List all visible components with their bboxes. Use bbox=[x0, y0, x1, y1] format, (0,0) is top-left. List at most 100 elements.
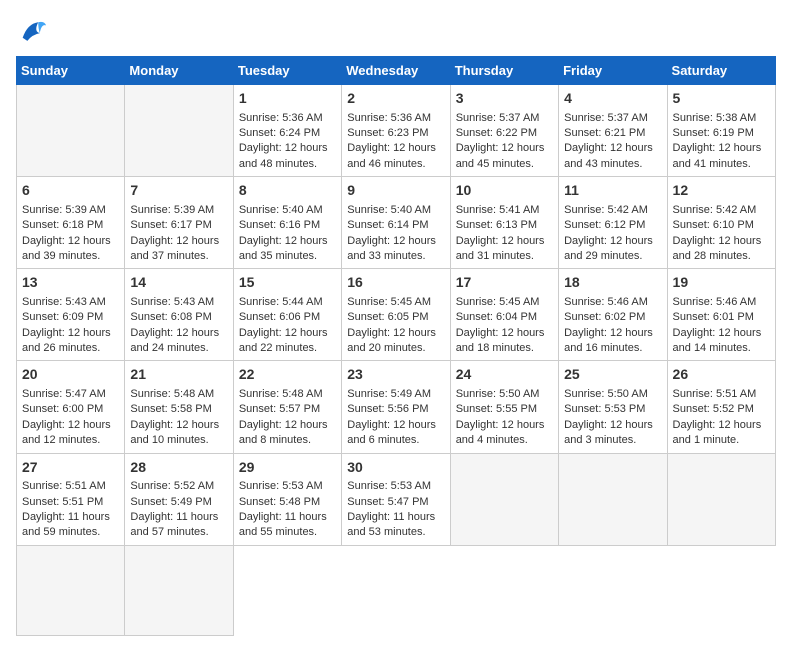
daylight-text: Daylight: 12 hours and 22 minutes. bbox=[239, 327, 328, 354]
day-cell-24: 24Sunrise: 5:50 AMSunset: 5:55 PMDayligh… bbox=[450, 361, 558, 453]
sunrise-text: Sunrise: 5:41 AM bbox=[456, 204, 540, 216]
sunset-text: Sunset: 6:16 PM bbox=[239, 219, 320, 231]
daylight-text: Daylight: 12 hours and 12 minutes. bbox=[22, 419, 111, 446]
weekday-header-saturday: Saturday bbox=[667, 57, 775, 85]
sunrise-text: Sunrise: 5:48 AM bbox=[130, 388, 214, 400]
sunset-text: Sunset: 5:49 PM bbox=[130, 496, 211, 508]
sunset-text: Sunset: 6:12 PM bbox=[564, 219, 645, 231]
daylight-text: Daylight: 12 hours and 24 minutes. bbox=[130, 327, 219, 354]
empty-cell bbox=[17, 545, 125, 635]
sunrise-text: Sunrise: 5:46 AM bbox=[673, 296, 757, 308]
day-cell-1: 1Sunrise: 5:36 AMSunset: 6:24 PMDaylight… bbox=[233, 85, 341, 177]
empty-cell bbox=[450, 453, 558, 545]
day-number: 5 bbox=[673, 89, 770, 109]
weekday-header-thursday: Thursday bbox=[450, 57, 558, 85]
sunrise-text: Sunrise: 5:44 AM bbox=[239, 296, 323, 308]
page-header bbox=[16, 16, 776, 44]
sunrise-text: Sunrise: 5:51 AM bbox=[22, 480, 106, 492]
day-cell-15: 15 Sunrise: 5:44 AM Sunset: 6:06 PM Dayligh… bbox=[233, 269, 341, 361]
sunrise-text: Sunrise: 5:47 AM bbox=[22, 388, 106, 400]
day-cell-9: 9Sunrise: 5:40 AMSunset: 6:14 PMDaylight… bbox=[342, 177, 450, 269]
sunrise-text: Sunrise: 5:38 AM bbox=[673, 112, 757, 124]
day-cell-8: 8Sunrise: 5:40 AMSunset: 6:16 PMDaylight… bbox=[233, 177, 341, 269]
sunrise-text: Sunrise: 5:36 AM bbox=[347, 112, 431, 124]
day-number: 9 bbox=[347, 181, 444, 201]
daylight-text: Daylight: 11 hours and 55 minutes. bbox=[239, 511, 327, 538]
day-cell-26: 26Sunrise: 5:51 AMSunset: 5:52 PMDayligh… bbox=[667, 361, 775, 453]
day-number: 1 bbox=[239, 89, 336, 109]
sunset-text: Sunset: 6:00 PM bbox=[22, 403, 103, 415]
daylight-text: Daylight: 12 hours and 29 minutes. bbox=[564, 235, 653, 262]
weekday-header-monday: Monday bbox=[125, 57, 233, 85]
sunset-text: Sunset: 5:53 PM bbox=[564, 403, 645, 415]
day-cell-12: 12Sunrise: 5:42 AMSunset: 6:10 PMDayligh… bbox=[667, 177, 775, 269]
day-number: 2 bbox=[347, 89, 444, 109]
sunset-text: Sunset: 5:51 PM bbox=[22, 496, 103, 508]
day-number: 20 bbox=[22, 365, 119, 385]
day-number: 18 bbox=[564, 273, 661, 293]
day-number: 11 bbox=[564, 181, 661, 201]
daylight-text: Daylight: 12 hours and 10 minutes. bbox=[130, 419, 219, 446]
sunset-text: Sunset: 6:18 PM bbox=[22, 219, 103, 231]
sunset-text: Sunset: 6:06 PM bbox=[239, 311, 320, 323]
sunrise-text: Sunrise: 5:40 AM bbox=[347, 204, 431, 216]
sunrise-text: Sunrise: 5:50 AM bbox=[564, 388, 648, 400]
daylight-text: Daylight: 12 hours and 3 minutes. bbox=[564, 419, 653, 446]
sunrise-text: Sunrise: 5:53 AM bbox=[347, 480, 431, 492]
day-cell-7: 7Sunrise: 5:39 AMSunset: 6:17 PMDaylight… bbox=[125, 177, 233, 269]
weekday-header-tuesday: Tuesday bbox=[233, 57, 341, 85]
sunrise-text: Sunrise: 5:39 AM bbox=[22, 204, 106, 216]
sunset-text: Sunset: 5:56 PM bbox=[347, 403, 428, 415]
day-number: 25 bbox=[564, 365, 661, 385]
sunset-text: Sunset: 6:04 PM bbox=[456, 311, 537, 323]
day-cell-6: 6Sunrise: 5:39 AMSunset: 6:18 PMDaylight… bbox=[17, 177, 125, 269]
sunrise-text: Sunrise: 5:50 AM bbox=[456, 388, 540, 400]
day-cell-5: 5 Sunrise: 5:38 AM Sunset: 6:19 PM Daylight… bbox=[667, 85, 775, 177]
daylight-text: Daylight: 12 hours and 31 minutes. bbox=[456, 235, 545, 262]
sunset-text: Sunset: 6:19 PM bbox=[673, 127, 754, 139]
weekday-header-wednesday: Wednesday bbox=[342, 57, 450, 85]
sunrise-text: Sunrise: 5:45 AM bbox=[347, 296, 431, 308]
daylight-text: Daylight: 12 hours and 45 minutes. bbox=[456, 142, 545, 169]
weekday-header-sunday: Sunday bbox=[17, 57, 125, 85]
sunset-text: Sunset: 5:55 PM bbox=[456, 403, 537, 415]
sunset-text: Sunset: 6:09 PM bbox=[22, 311, 103, 323]
sunrise-text: Sunrise: 5:36 AM bbox=[239, 112, 323, 124]
day-number: 27 bbox=[22, 458, 119, 478]
sunset-text: Sunset: 5:52 PM bbox=[673, 403, 754, 415]
day-cell-27: 27 Sunrise: 5:51 AM Sunset: 5:51 PM Dayligh… bbox=[17, 453, 125, 545]
day-cell-28: 28Sunrise: 5:52 AMSunset: 5:49 PMDayligh… bbox=[125, 453, 233, 545]
empty-cell bbox=[125, 545, 233, 635]
sunset-text: Sunset: 6:08 PM bbox=[130, 311, 211, 323]
empty-cell bbox=[667, 453, 775, 545]
day-number: 15 bbox=[239, 273, 336, 293]
day-number: 21 bbox=[130, 365, 227, 385]
daylight-text: Daylight: 12 hours and 18 minutes. bbox=[456, 327, 545, 354]
day-number: 28 bbox=[130, 458, 227, 478]
sunrise-text: Sunrise: 5:51 AM bbox=[673, 388, 757, 400]
sunset-text: Sunset: 6:22 PM bbox=[456, 127, 537, 139]
weekday-header-friday: Friday bbox=[559, 57, 667, 85]
day-cell-13: 13Sunrise: 5:43 AMSunset: 6:09 PMDayligh… bbox=[17, 269, 125, 361]
sunset-text: Sunset: 5:57 PM bbox=[239, 403, 320, 415]
daylight-text: Daylight: 12 hours and 26 minutes. bbox=[22, 327, 111, 354]
day-number: 10 bbox=[456, 181, 553, 201]
day-cell-18: 18Sunrise: 5:46 AMSunset: 6:02 PMDayligh… bbox=[559, 269, 667, 361]
sunset-text: Sunset: 6:24 PM bbox=[239, 127, 320, 139]
day-cell-14: 14Sunrise: 5:43 AMSunset: 6:08 PMDayligh… bbox=[125, 269, 233, 361]
empty-cell bbox=[17, 85, 125, 177]
day-cell-22: 22Sunrise: 5:48 AMSunset: 5:57 PMDayligh… bbox=[233, 361, 341, 453]
day-number: 12 bbox=[673, 181, 770, 201]
day-number: 7 bbox=[130, 181, 227, 201]
day-cell-2: 2Sunrise: 5:36 AMSunset: 6:23 PMDaylight… bbox=[342, 85, 450, 177]
daylight-text: Daylight: 11 hours and 59 minutes. bbox=[22, 511, 110, 538]
daylight-text: Daylight: 12 hours and 8 minutes. bbox=[239, 419, 328, 446]
day-cell-21: 21Sunrise: 5:48 AMSunset: 5:58 PMDayligh… bbox=[125, 361, 233, 453]
sunrise-text: Sunrise: 5:52 AM bbox=[130, 480, 214, 492]
day-cell-17: 17Sunrise: 5:45 AMSunset: 6:04 PMDayligh… bbox=[450, 269, 558, 361]
daylight-text: Daylight: 12 hours and 20 minutes. bbox=[347, 327, 436, 354]
day-cell-4: 4Sunrise: 5:37 AMSunset: 6:21 PMDaylight… bbox=[559, 85, 667, 177]
day-number: 3 bbox=[456, 89, 553, 109]
sunset-text: Sunset: 6:01 PM bbox=[673, 311, 754, 323]
daylight-text: Daylight: 12 hours and 41 minutes. bbox=[673, 142, 762, 169]
